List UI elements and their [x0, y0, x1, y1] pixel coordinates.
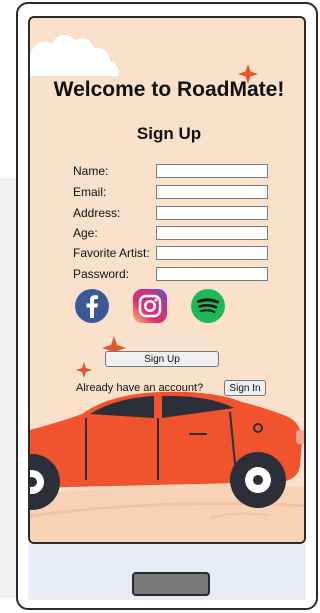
address-field[interactable] — [156, 206, 268, 220]
name-label: Name: — [73, 164, 109, 178]
cloud-decoration — [30, 34, 119, 76]
password-label: Password: — [73, 267, 130, 281]
signin-button[interactable]: Sign In — [224, 380, 266, 396]
address-label: Address: — [73, 206, 121, 220]
page-title: Welcome to RoadMate! — [53, 78, 285, 101]
facebook-icon[interactable] — [74, 288, 110, 324]
email-label: Email: — [73, 185, 107, 199]
signup-button[interactable]: Sign Up — [105, 351, 219, 367]
app-screen: Welcome to RoadMate! Sign Up Name: Email… — [28, 16, 306, 544]
background-strip — [0, 178, 16, 598]
email-field[interactable] — [156, 185, 268, 199]
name-field[interactable] — [156, 164, 268, 178]
spotify-icon[interactable] — [190, 288, 226, 324]
form-heading: Sign Up — [136, 124, 202, 143]
password-field[interactable] — [156, 267, 268, 281]
favorite-artist-field[interactable] — [156, 246, 268, 260]
age-label: Age: — [73, 226, 98, 240]
home-button[interactable] — [132, 572, 210, 596]
favorite-artist-label: Favorite Artist: — [73, 246, 150, 260]
instagram-icon[interactable] — [132, 288, 168, 324]
age-field[interactable] — [156, 226, 268, 240]
signin-prompt: Already have an account? — [76, 382, 204, 394]
sparkle-star-icon — [76, 362, 92, 378]
phone-frame: Welcome to RoadMate! Sign Up Name: Email… — [16, 2, 318, 610]
car-illustration — [30, 391, 304, 542]
